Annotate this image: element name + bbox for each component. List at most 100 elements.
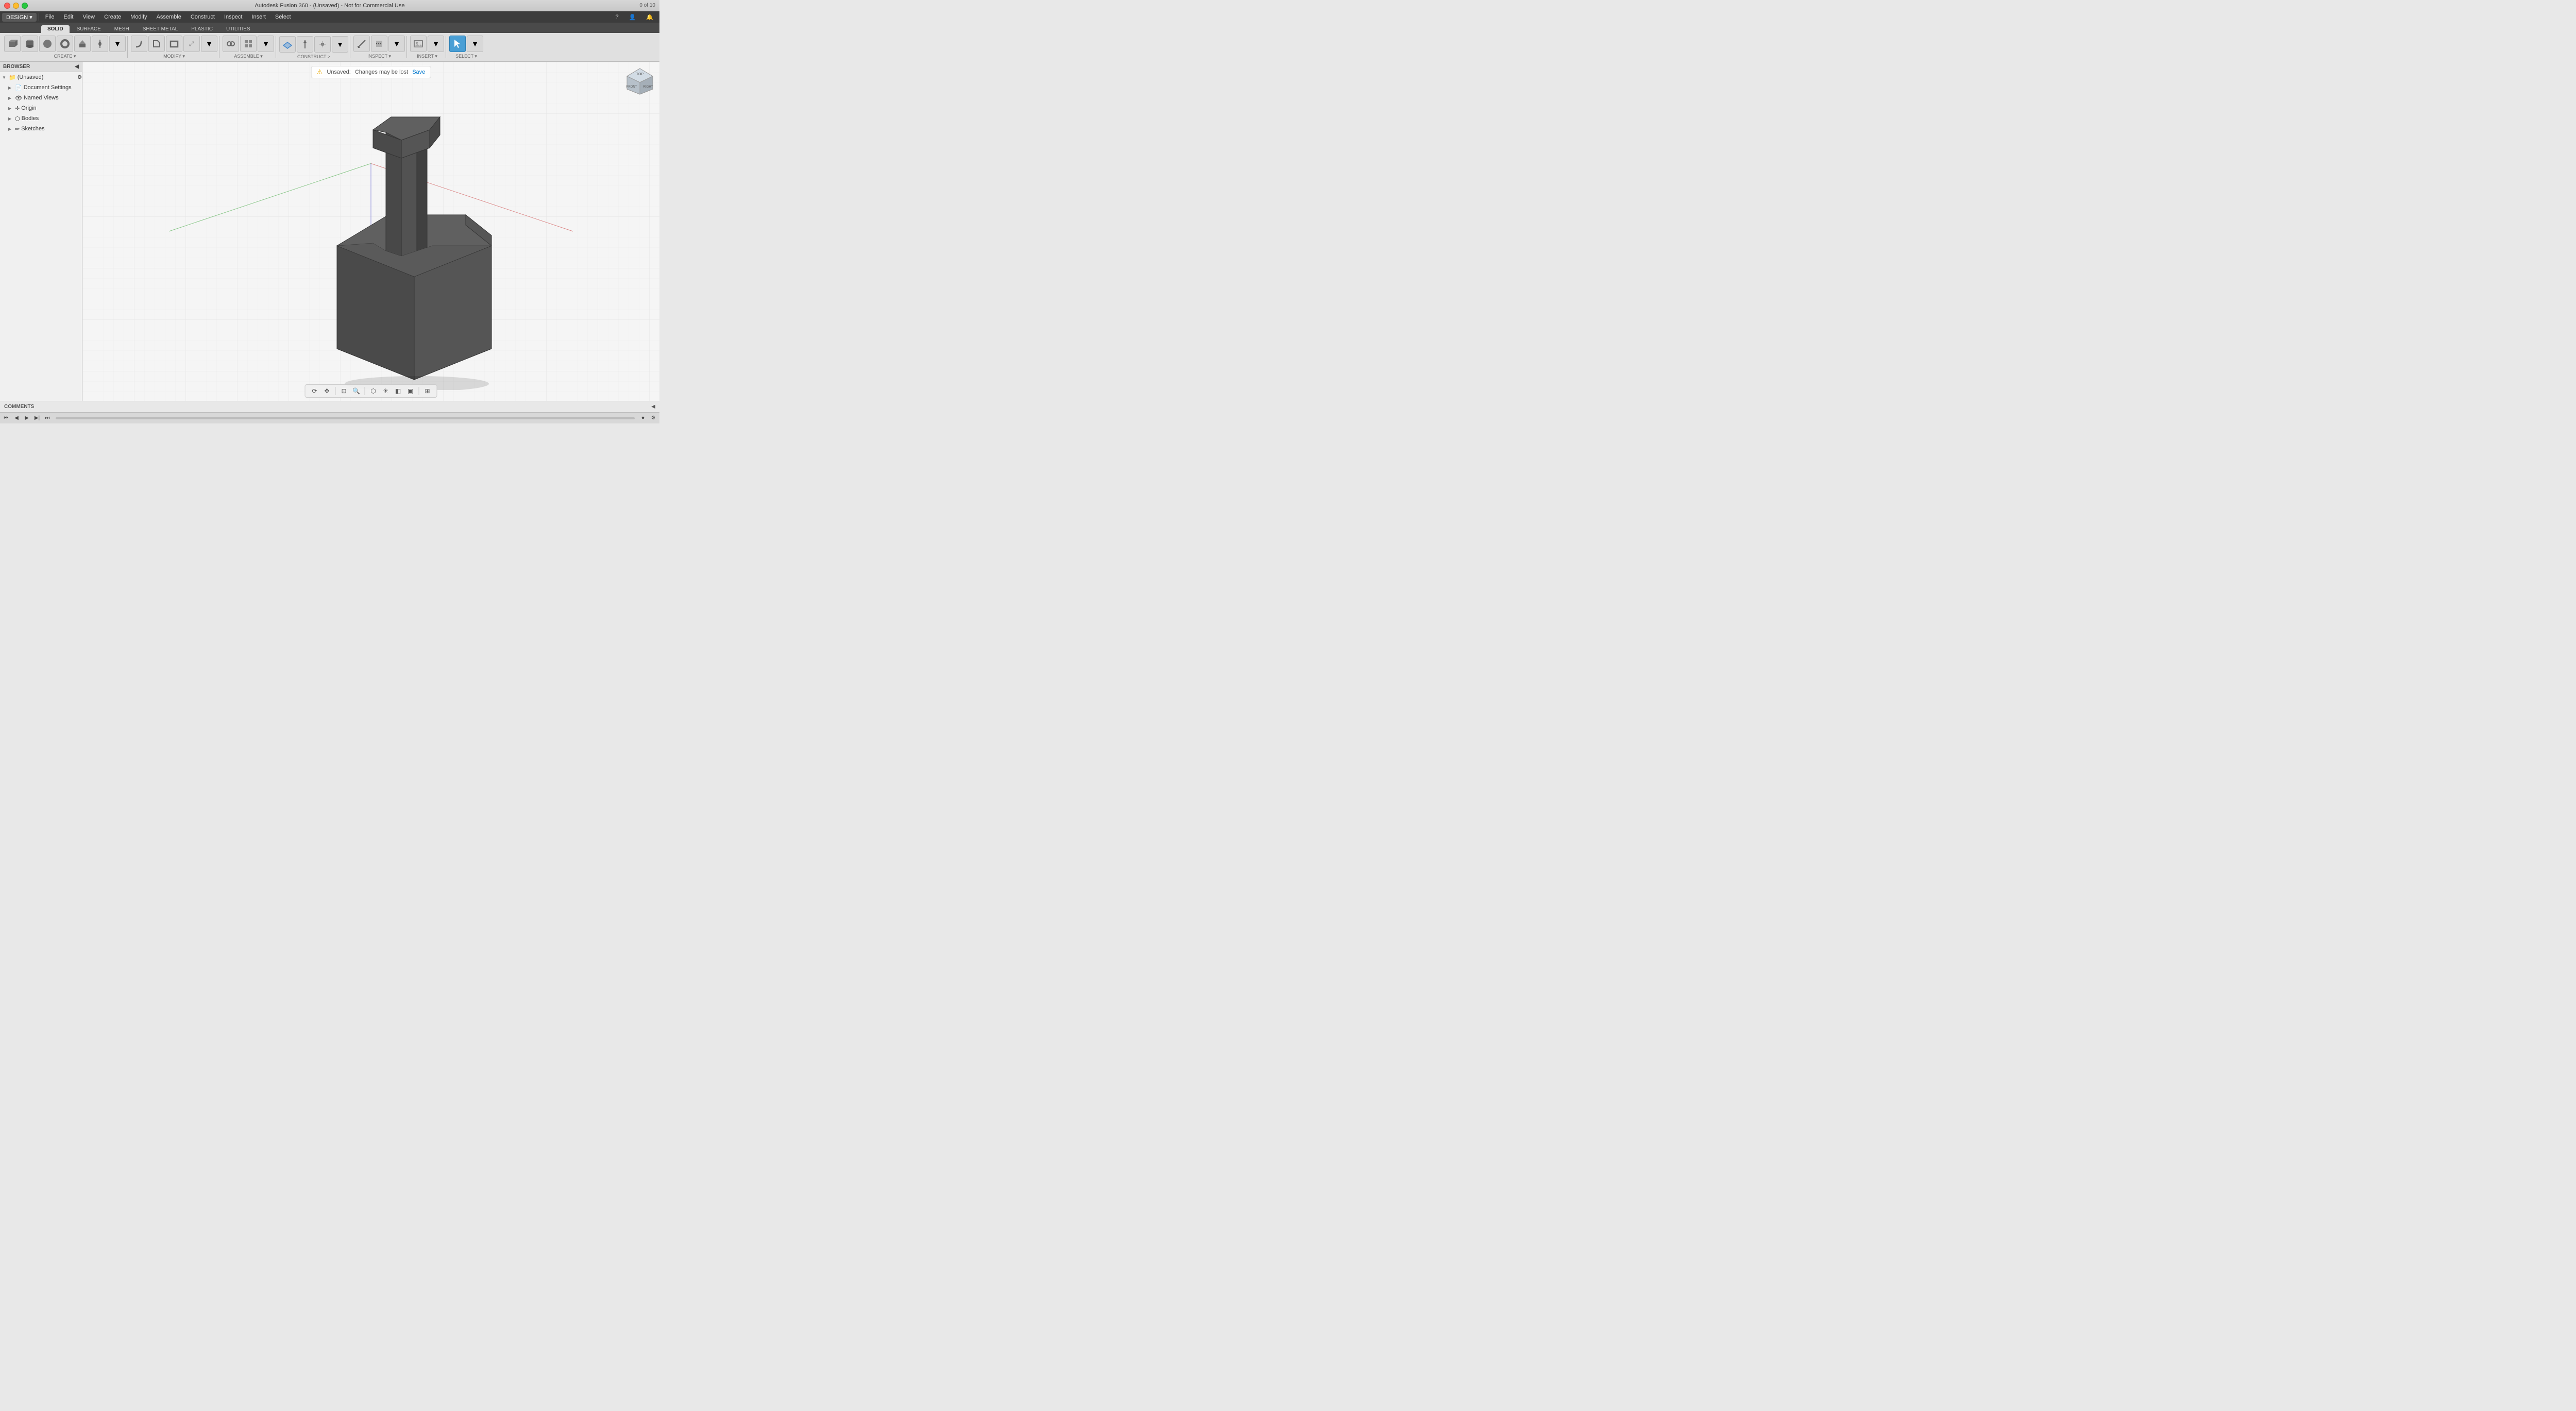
create-cylinder-icon[interactable] — [22, 36, 38, 52]
view-cube[interactable]: TOP FRONT RIGHT — [624, 66, 655, 97]
timeline-prev-btn[interactable]: ◀ — [12, 414, 21, 422]
browser-item-bodies[interactable]: ▶ ⬡ Bodies — [0, 113, 82, 124]
create-torus-icon[interactable] — [57, 36, 73, 52]
menu-help[interactable]: ? — [611, 13, 622, 21]
browser-item-origin[interactable]: ▶ ✛ Origin — [0, 103, 82, 113]
menu-view[interactable]: View — [78, 13, 99, 21]
statusbar-right-icon[interactable]: ◀ — [651, 404, 655, 410]
vp-perspective-icon[interactable]: ⬡ — [368, 386, 379, 396]
create-more-icon[interactable]: ▼ — [109, 36, 126, 52]
tab-sheet-metal[interactable]: SHEET METAL — [137, 25, 184, 33]
assemble-component-icon[interactable] — [240, 36, 257, 52]
tab-surface[interactable]: SURFACE — [71, 25, 107, 33]
insert-image-icon[interactable] — [410, 36, 427, 52]
step-counter: 0 of 10 — [639, 3, 655, 8]
inspect-more-icon[interactable]: ▼ — [388, 36, 405, 52]
timeline-next-btn[interactable]: ▶| — [33, 414, 41, 422]
inspect-buttons: ▼ — [353, 34, 405, 54]
menu-file[interactable]: File — [41, 13, 59, 21]
construct-axis-icon[interactable] — [297, 36, 313, 53]
menu-construct[interactable]: Construct — [187, 13, 219, 21]
svg-text:⤢: ⤢ — [189, 40, 194, 47]
timeline-play-btn[interactable]: ▶ — [23, 414, 31, 422]
menu-edit[interactable]: Edit — [60, 13, 78, 21]
browser-named-views-label: Named Views — [24, 95, 59, 101]
construct-chevron-icon[interactable]: ▼ — [332, 36, 348, 53]
menu-assemble[interactable]: Assemble — [152, 13, 185, 21]
vp-grid-settings-icon[interactable]: ⊞ — [422, 386, 433, 396]
modify-more-icon[interactable]: ▼ — [201, 36, 217, 52]
tab-solid[interactable]: SOLID — [41, 25, 70, 33]
vp-fit-icon[interactable]: ⊡ — [339, 386, 349, 396]
insert-buttons: ▼ — [410, 34, 444, 54]
modify-buttons: ⤢ ▼ — [131, 34, 217, 54]
main-area: BROWSER ◀ ▼ 📁 (Unsaved) ⚙ ▶ 📄 Document S… — [0, 62, 659, 401]
menu-insert[interactable]: Insert — [247, 13, 270, 21]
insert-more-icon[interactable]: ▼ — [428, 36, 444, 52]
inspect-label: INSPECT ▾ — [367, 54, 391, 60]
timeline-skip-end-btn[interactable]: ⏭ — [43, 414, 52, 422]
modify-fillet-icon[interactable] — [131, 36, 147, 52]
inspect-section-icon[interactable] — [371, 36, 387, 52]
root-settings-icon[interactable]: ⚙ — [77, 75, 82, 80]
save-link[interactable]: Save — [412, 69, 425, 75]
tab-plastic[interactable]: PLASTIC — [185, 25, 219, 33]
construct-label: CONSTRUCT > — [297, 54, 330, 60]
3d-object — [306, 101, 522, 390]
inspect-measure-icon[interactable] — [353, 36, 370, 52]
menu-select[interactable]: Select — [271, 13, 295, 21]
browser-item-root[interactable]: ▼ 📁 (Unsaved) ⚙ — [0, 72, 82, 82]
create-sphere-icon[interactable] — [39, 36, 56, 52]
browser-bodies-label: Bodies — [22, 115, 39, 122]
modify-chamfer-icon[interactable] — [148, 36, 165, 52]
select-icon[interactable] — [449, 36, 466, 52]
minimize-button[interactable] — [13, 3, 19, 9]
close-button[interactable] — [4, 3, 10, 9]
expand-root-icon: ▼ — [2, 75, 7, 80]
menu-create[interactable]: Create — [100, 13, 125, 21]
vp-render-icon[interactable]: ▣ — [405, 386, 416, 396]
create-extrude-icon[interactable] — [74, 36, 91, 52]
vp-orbit-icon[interactable]: ⟳ — [310, 386, 320, 396]
timeline: ⏮ ◀ ▶ ▶| ⏭ ⏺ ⚙ — [0, 412, 659, 423]
expand-bodies-icon: ▶ — [8, 116, 13, 121]
window-controls[interactable] — [4, 3, 28, 9]
create-box-icon[interactable] — [4, 36, 21, 52]
tab-utilities[interactable]: UTILITIES — [220, 25, 257, 33]
assemble-label: ASSEMBLE ▾ — [234, 54, 263, 60]
assemble-joint-icon[interactable] — [223, 36, 239, 52]
toolbar-group-create: ▼ CREATE ▾ — [2, 33, 128, 61]
browser-collapse-icon[interactable]: ◀ — [75, 64, 79, 70]
browser-sketches-label: Sketches — [21, 126, 44, 132]
select-more-icon[interactable]: ▼ — [467, 36, 483, 52]
origin-icon: ✛ — [15, 105, 20, 112]
maximize-button[interactable] — [22, 3, 28, 9]
modify-shell-icon[interactable] — [166, 36, 182, 52]
construct-plane-icon[interactable] — [279, 36, 296, 53]
modify-scale-icon[interactable]: ⤢ — [183, 36, 200, 52]
viewport[interactable]: ⚠ Unsaved: Changes may be lost Save — [82, 62, 659, 401]
assemble-more-icon[interactable]: ▼ — [258, 36, 274, 52]
comments-label: COMMENTS — [4, 404, 34, 410]
browser-item-named-views[interactable]: ▶ 👁 Named Views — [0, 93, 82, 103]
vp-display-icon[interactable]: ☀ — [381, 386, 391, 396]
vp-pan-icon[interactable]: ✥ — [322, 386, 332, 396]
top-cap — [373, 117, 440, 158]
timeline-settings-btn[interactable]: ⚙ — [649, 414, 657, 422]
construct-point-icon[interactable] — [314, 36, 331, 53]
browser-item-sketches[interactable]: ▶ ✏ Sketches — [0, 124, 82, 134]
browser-item-doc-settings[interactable]: ▶ 📄 Document Settings — [0, 82, 82, 93]
menu-inspect[interactable]: Inspect — [220, 13, 246, 21]
menu-design[interactable]: DESIGN ▾ — [2, 13, 37, 22]
tab-mesh[interactable]: MESH — [108, 25, 135, 33]
menu-notifications[interactable]: 🔔 — [642, 13, 657, 22]
timeline-record-btn[interactable]: ⏺ — [639, 414, 647, 422]
menu-modify[interactable]: Modify — [126, 13, 151, 21]
vp-zoom-icon[interactable]: 🔍 — [351, 386, 362, 396]
menu-account[interactable]: 👤 — [625, 13, 640, 22]
vp-visual-style-icon[interactable]: ◧ — [393, 386, 403, 396]
toolbar-group-assemble: ▼ ASSEMBLE ▾ — [221, 33, 276, 61]
sketches-icon: ✏ — [15, 126, 20, 132]
timeline-skip-start-btn[interactable]: ⏮ — [2, 414, 10, 422]
create-revolve-icon[interactable] — [92, 36, 108, 52]
